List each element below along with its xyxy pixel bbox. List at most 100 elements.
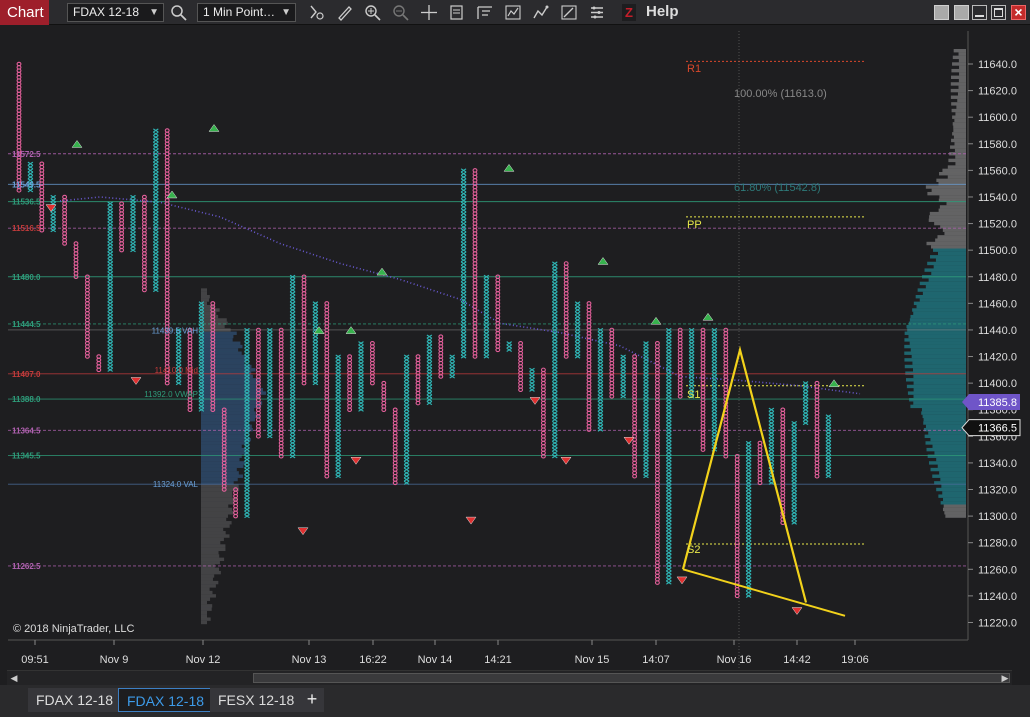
indicators-icon[interactable] — [503, 3, 523, 22]
strategies-icon[interactable] — [531, 3, 551, 22]
profile-bar — [201, 361, 245, 365]
profile-bar — [928, 218, 966, 222]
profile-bar — [938, 208, 966, 212]
price-badge-vwap-label: 11385.8 — [978, 397, 1017, 409]
profile-bar — [942, 491, 966, 495]
profile-bar — [933, 248, 966, 252]
profile-bar — [924, 434, 966, 439]
tab-fdax-1[interactable]: FDAX 12-18 — [28, 688, 122, 712]
profile-bar — [941, 484, 966, 488]
properties-icon[interactable] — [587, 3, 607, 22]
fib-618-label: 61.80% (11542.8) — [734, 182, 821, 194]
price-tick-label: 11340.0 — [978, 458, 1017, 470]
profile-bar — [939, 471, 966, 475]
profile-bar — [201, 550, 219, 555]
profile-bar — [959, 65, 966, 70]
left-level-label: 11549.5 — [12, 180, 41, 189]
chart-title-tab[interactable]: Chart — [0, 0, 49, 25]
profile-bar — [201, 620, 207, 625]
vwap-label: 11392.0 VWAP — [144, 390, 198, 399]
scroll-thumb[interactable] — [253, 673, 1010, 683]
price-axis[interactable]: 11640.0 11620.0 11600.0 11580.0 11560.0 11540… — [961, 31, 1021, 640]
profile-bar — [950, 88, 966, 93]
minimize-window-icon[interactable] — [972, 5, 987, 20]
profile-bar — [933, 265, 966, 269]
profile-bar — [950, 82, 966, 86]
price-tick-label: 11400.0 — [978, 378, 1017, 390]
profile-bar — [201, 540, 221, 545]
point-and-figure-chart[interactable]: 100.00% (11613.0) 61.80% (11542.8) R1 PP S1… — [0, 25, 1030, 670]
profile-bar — [201, 590, 213, 595]
left-level-label: 11388.0 — [12, 395, 41, 404]
drawing-tools-icon[interactable] — [559, 3, 579, 22]
crosshair-icon[interactable] — [307, 3, 327, 22]
profile-bar — [927, 261, 966, 266]
profile-bar — [958, 78, 966, 83]
profile-bar — [201, 521, 232, 525]
data-box-icon[interactable] — [447, 3, 467, 22]
price-tick-label: 11580.0 — [978, 139, 1017, 151]
profile-bar — [919, 298, 966, 302]
help-logo-icon[interactable]: Z — [622, 4, 636, 21]
profile-bar — [919, 281, 966, 286]
profile-bar — [943, 504, 966, 508]
profile-bar — [925, 441, 966, 445]
zoom-out-icon[interactable] — [391, 3, 411, 22]
profile-bar — [928, 431, 966, 435]
time-tick-label: 14:07 — [642, 654, 670, 666]
mid-label: 11410.0 Mid — [155, 366, 198, 375]
profile-bar — [946, 201, 966, 206]
crosshair-plus-icon[interactable] — [419, 3, 439, 22]
profile-bar — [924, 268, 966, 272]
price-tick-label: 11540.0 — [978, 192, 1017, 204]
scroll-right-icon[interactable]: ▶ — [998, 671, 1012, 685]
profile-bar — [910, 404, 966, 409]
profile-bar — [952, 122, 966, 126]
profile-bar — [201, 338, 233, 342]
profile-bar — [947, 175, 966, 179]
profile-bar — [201, 484, 239, 488]
profile-bar — [953, 49, 966, 53]
restore-icon[interactable] — [954, 5, 969, 20]
price-tick-label: 11520.0 — [978, 219, 1017, 231]
tab-fesx[interactable]: FESX 12-18 — [210, 688, 303, 712]
profile-bar — [201, 388, 264, 392]
zoom-in-icon[interactable] — [363, 3, 383, 22]
profile-bar — [913, 381, 966, 385]
time-tick-label: Nov 13 — [292, 654, 327, 666]
profile-bar — [201, 547, 226, 552]
scroll-left-icon[interactable]: ◀ — [7, 671, 21, 685]
profile-bar — [936, 178, 966, 183]
time-tick-label: 19:06 — [841, 654, 869, 666]
profile-bar — [958, 58, 966, 63]
profile-bar — [911, 354, 966, 359]
period-label: 1 Min Point… — [203, 5, 276, 19]
profile-bar — [934, 451, 966, 455]
profile-bar — [910, 314, 966, 319]
profile-bar — [958, 85, 966, 89]
profile-bar — [958, 52, 966, 56]
profile-bar — [201, 614, 207, 618]
chart-trader-icon[interactable] — [475, 3, 495, 22]
close-icon[interactable]: × — [1011, 5, 1026, 20]
profile-bar — [201, 524, 230, 528]
instrument-selector[interactable]: FDAX 12-18 ▼ — [67, 3, 164, 22]
search-icon[interactable] — [169, 3, 189, 22]
val-label: 11324.0 VAL — [153, 480, 199, 489]
profile-bar — [926, 241, 966, 246]
profile-bar — [201, 341, 241, 345]
maximize-icon[interactable] — [991, 5, 1006, 20]
chevron-down-icon: ▼ — [281, 7, 291, 18]
left-level-label: 11262.5 — [12, 562, 41, 571]
tab-fdax-2[interactable]: FDAX 12-18 — [118, 688, 214, 712]
left-level-label: 11516.5 — [12, 224, 41, 233]
horizontal-scrollbar[interactable]: ◀ ▶ — [7, 670, 1012, 685]
period-selector[interactable]: 1 Min Point… ▼ — [197, 3, 296, 22]
draw-pencil-icon[interactable] — [335, 3, 355, 22]
help-menu[interactable]: Help — [646, 3, 679, 20]
profile-bar — [944, 511, 966, 515]
add-tab-button[interactable]: + — [300, 688, 324, 712]
profile-bar — [927, 454, 966, 458]
profile-bar — [935, 238, 966, 242]
minimize-icon[interactable] — [934, 5, 949, 20]
